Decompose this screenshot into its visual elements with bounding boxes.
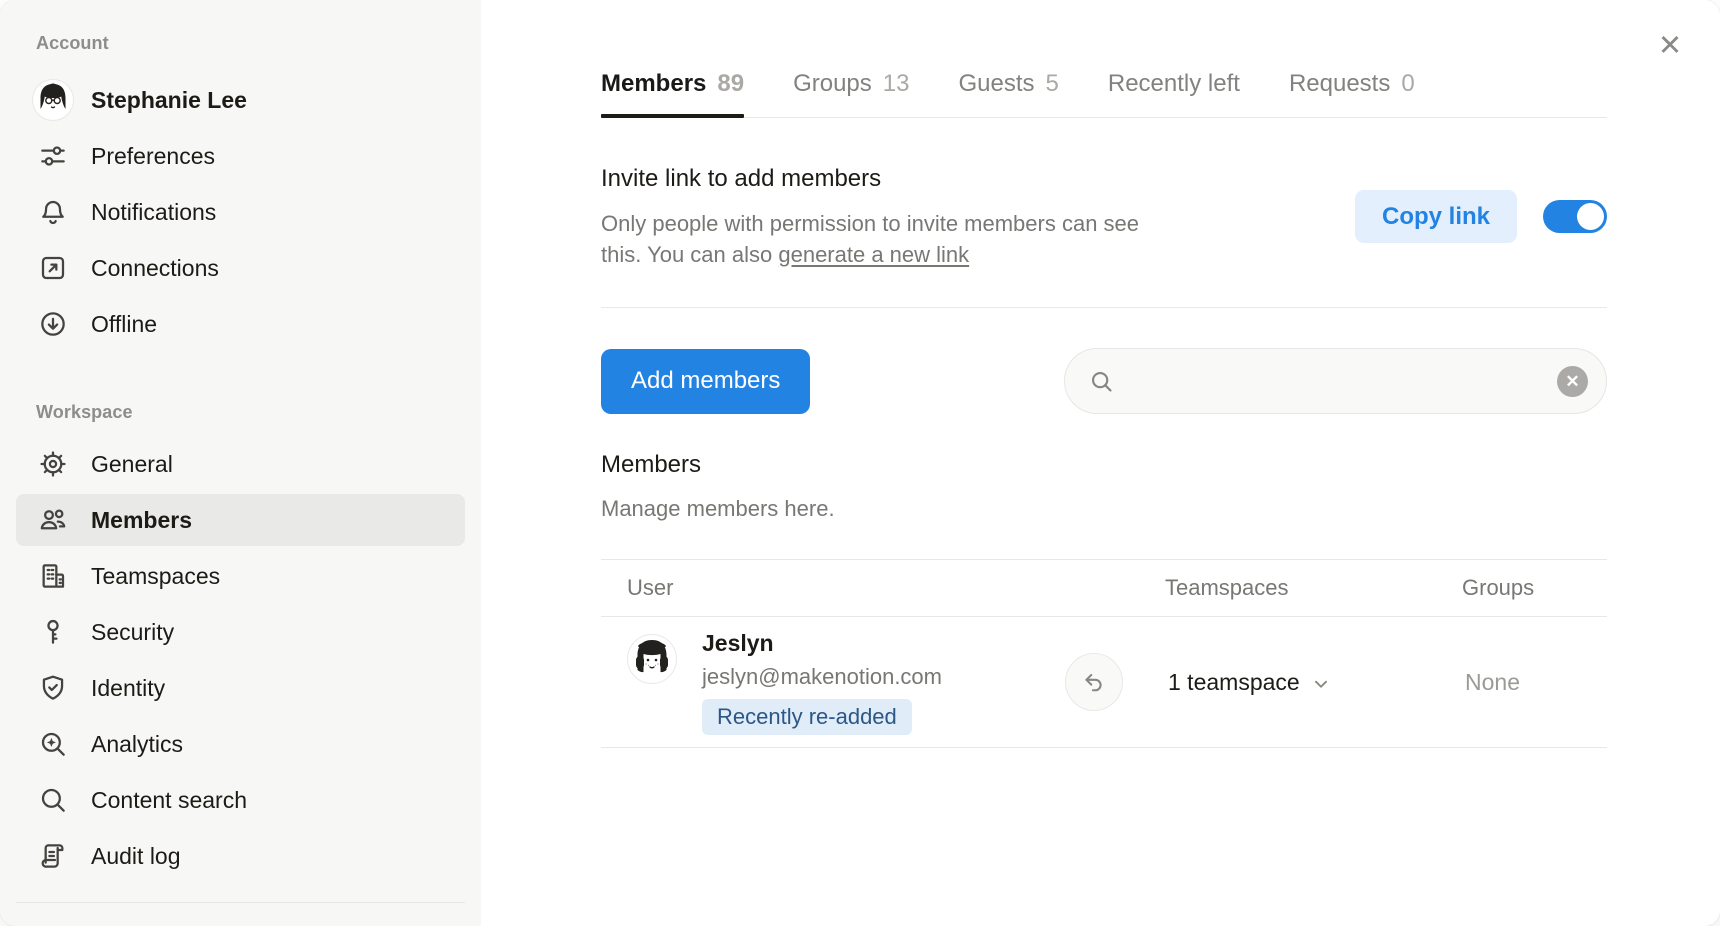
toggle-knob bbox=[1577, 203, 1604, 230]
tab-guests[interactable]: Guests 5 bbox=[958, 70, 1058, 117]
magnifier-star-icon bbox=[36, 727, 70, 761]
tab-count: 5 bbox=[1046, 70, 1059, 98]
sidebar-item-members[interactable]: Members bbox=[16, 494, 465, 546]
people-icon bbox=[36, 503, 70, 537]
chevron-down-icon bbox=[1310, 673, 1332, 695]
sidebar-item-account-user[interactable]: Stephanie Lee bbox=[16, 74, 465, 126]
tab-label: Recently left bbox=[1108, 70, 1240, 98]
copy-link-button[interactable]: Copy link bbox=[1355, 190, 1517, 243]
sidebar-item-connections[interactable]: Connections bbox=[16, 242, 465, 294]
sidebar-item-audit-log[interactable]: Audit log bbox=[16, 830, 465, 882]
sidebar-item-label: Teamspaces bbox=[91, 563, 220, 590]
tab-members[interactable]: Members 89 bbox=[601, 70, 744, 117]
sidebar-item-label: Members bbox=[91, 507, 192, 534]
member-name: Jeslyn bbox=[702, 630, 942, 657]
sidebar-item-label: General bbox=[91, 451, 173, 478]
sidebar-item-teamspaces[interactable]: Teamspaces bbox=[16, 550, 465, 602]
clear-search-button[interactable]: ✕ bbox=[1557, 366, 1588, 397]
jeslyn-avatar bbox=[627, 634, 677, 684]
magnifier-icon bbox=[36, 783, 70, 817]
stephanie-avatar bbox=[32, 79, 74, 121]
building-icon bbox=[36, 559, 70, 593]
search-icon bbox=[1088, 368, 1115, 395]
teamspaces-value: 1 teamspace bbox=[1168, 669, 1300, 696]
account-section-label: Account bbox=[36, 33, 481, 54]
sidebar-user-name: Stephanie Lee bbox=[91, 87, 247, 114]
invite-link-section: Invite link to add members Only people w… bbox=[601, 165, 1607, 270]
column-header-groups: Groups bbox=[1462, 575, 1607, 601]
settings-sidebar: Account Stephanie Lee Preferences bbox=[0, 0, 481, 926]
undo-button[interactable] bbox=[1065, 653, 1123, 711]
sidebar-item-label: Identity bbox=[91, 675, 165, 702]
workspace-section-label: Workspace bbox=[36, 402, 481, 423]
sidebar-item-analytics[interactable]: Analytics bbox=[16, 718, 465, 770]
sidebar-item-label: Offline bbox=[91, 311, 157, 338]
member-tabs: Members 89 Groups 13 Guests 5 Recently l… bbox=[601, 70, 1607, 118]
sidebar-item-label: Content search bbox=[91, 787, 247, 814]
invite-link-title: Invite link to add members bbox=[601, 165, 1146, 193]
groups-value: None bbox=[1462, 669, 1607, 696]
teamspaces-dropdown[interactable]: 1 teamspace bbox=[1165, 669, 1462, 696]
members-section-title: Members bbox=[601, 451, 1607, 479]
arrow-up-right-square-icon bbox=[36, 251, 70, 285]
sidebar-item-security[interactable]: Security bbox=[16, 606, 465, 658]
table-header-row: User Teamspaces Groups bbox=[601, 559, 1607, 617]
tab-count: 13 bbox=[883, 70, 910, 98]
settings-dialog: Account Stephanie Lee Preferences bbox=[0, 0, 1720, 926]
column-header-teamspaces: Teamspaces bbox=[1165, 575, 1462, 601]
members-section-subtitle: Manage members here. bbox=[601, 496, 1607, 522]
sidebar-item-notifications[interactable]: Notifications bbox=[16, 186, 465, 238]
tab-count: 89 bbox=[717, 70, 744, 98]
add-members-button[interactable]: Add members bbox=[601, 349, 810, 414]
sidebar-item-label: Analytics bbox=[91, 731, 183, 758]
scroll-icon bbox=[36, 839, 70, 873]
table-row: Jeslyn jeslyn@makenotion.com Recently re… bbox=[601, 617, 1607, 748]
tab-label: Groups bbox=[793, 70, 872, 98]
invite-link-toggle[interactable] bbox=[1543, 200, 1607, 233]
sidebar-item-label: Security bbox=[91, 619, 174, 646]
recently-readded-badge: Recently re-added bbox=[702, 699, 912, 735]
tab-groups[interactable]: Groups 13 bbox=[793, 70, 909, 117]
gear-icon bbox=[36, 447, 70, 481]
sidebar-item-identity[interactable]: Identity bbox=[16, 662, 465, 714]
key-icon bbox=[36, 615, 70, 649]
generate-new-link[interactable]: generate a new link bbox=[778, 242, 969, 267]
bell-icon bbox=[36, 195, 70, 229]
section-divider bbox=[601, 307, 1607, 308]
tab-label: Guests bbox=[958, 70, 1034, 98]
sidebar-bottom-divider bbox=[16, 902, 465, 903]
tab-recently-left[interactable]: Recently left bbox=[1108, 70, 1240, 117]
members-table: User Teamspaces Groups bbox=[601, 559, 1607, 748]
tab-requests[interactable]: Requests 0 bbox=[1289, 70, 1415, 117]
user-cell: Jeslyn jeslyn@makenotion.com Recently re… bbox=[601, 630, 1065, 735]
sidebar-item-preferences[interactable]: Preferences bbox=[16, 130, 465, 182]
tab-label: Requests bbox=[1289, 70, 1390, 98]
invite-link-description: Only people with permission to invite me… bbox=[601, 208, 1146, 270]
member-search[interactable]: ✕ bbox=[1064, 348, 1607, 414]
close-button[interactable]: ✕ bbox=[1650, 26, 1690, 66]
sidebar-item-label: Connections bbox=[91, 255, 219, 282]
sidebar-item-label: Audit log bbox=[91, 843, 181, 870]
sidebar-item-offline[interactable]: Offline bbox=[16, 298, 465, 350]
sidebar-item-label: Notifications bbox=[91, 199, 216, 226]
settings-main-panel: ✕ Members 89 Groups 13 Guests 5 Recently… bbox=[481, 0, 1720, 926]
members-actions-row: Add members ✕ bbox=[601, 348, 1607, 414]
sliders-icon bbox=[36, 139, 70, 173]
tab-count: 0 bbox=[1401, 70, 1414, 98]
tab-label: Members bbox=[601, 70, 706, 98]
sidebar-item-label: Preferences bbox=[91, 143, 215, 170]
arrow-down-circle-icon bbox=[36, 307, 70, 341]
search-input[interactable] bbox=[1127, 368, 1545, 395]
sidebar-item-general[interactable]: General bbox=[16, 438, 465, 490]
action-cell bbox=[1065, 653, 1165, 711]
shield-check-icon bbox=[36, 671, 70, 705]
column-header-user: User bbox=[601, 575, 1065, 601]
undo-icon bbox=[1081, 669, 1107, 695]
sidebar-item-content-search[interactable]: Content search bbox=[16, 774, 465, 826]
member-email: jeslyn@makenotion.com bbox=[702, 664, 942, 690]
